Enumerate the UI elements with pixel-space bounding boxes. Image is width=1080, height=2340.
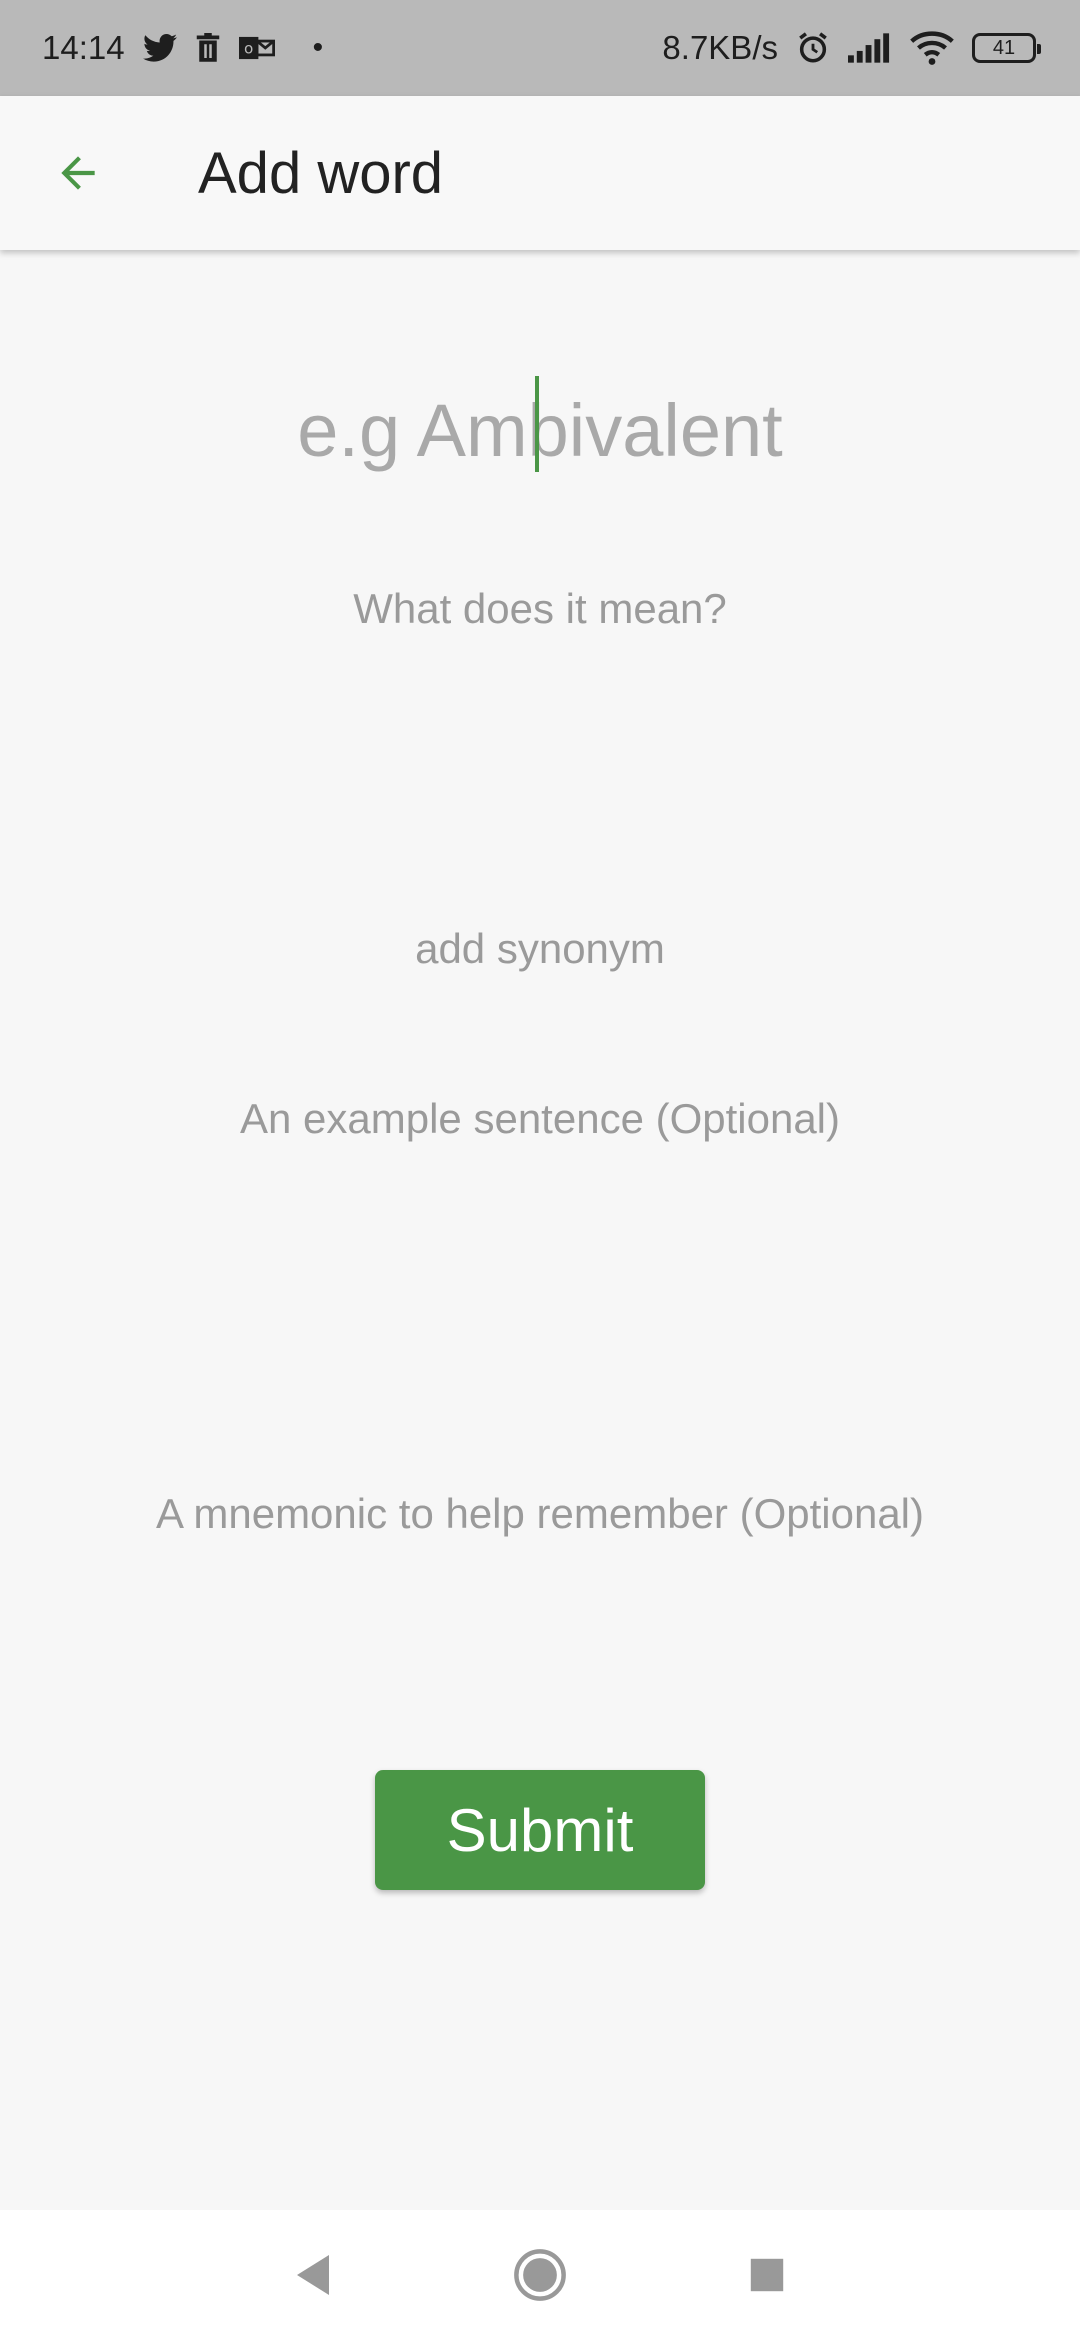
status-time: 14:14 xyxy=(42,29,125,66)
recents-square-icon xyxy=(750,2258,783,2292)
status-bar: 14:14 o • 8.7KB/s 41 xyxy=(0,0,1080,96)
signal-icon xyxy=(848,33,892,63)
back-triangle-icon xyxy=(297,2255,330,2295)
nav-home-button[interactable] xyxy=(500,2235,580,2315)
word-placeholder: e.g Ambivalent xyxy=(297,388,783,472)
battery-icon: 41 xyxy=(972,33,1041,63)
example-placeholder: An example sentence (Optional) xyxy=(240,1095,840,1142)
word-input[interactable]: e.g Ambivalent xyxy=(60,380,1020,480)
mnemonic-input[interactable]: A mnemonic to help remember (Optional) xyxy=(60,1490,1020,1538)
app-bar: Add word xyxy=(0,96,1080,250)
meaning-placeholder: What does it mean? xyxy=(353,585,727,632)
back-button[interactable] xyxy=(28,123,128,223)
text-caret xyxy=(535,376,539,472)
arrow-back-icon xyxy=(61,156,95,190)
status-left: 14:14 o • xyxy=(42,29,323,67)
synonym-placeholder: add synonym xyxy=(415,925,665,972)
status-dot: • xyxy=(312,31,324,64)
submit-button[interactable]: Submit xyxy=(375,1770,705,1890)
example-input[interactable]: An example sentence (Optional) xyxy=(60,1095,1020,1143)
status-right: 8.7KB/s 41 xyxy=(662,29,1041,67)
alarm-icon xyxy=(796,31,830,65)
synonym-input[interactable]: add synonym xyxy=(60,925,1020,973)
svg-text:o: o xyxy=(244,40,253,58)
battery-level: 41 xyxy=(992,36,1016,59)
outlook-icon: o xyxy=(238,34,275,62)
trash-icon xyxy=(195,33,221,63)
wifi-icon xyxy=(910,31,954,65)
home-circle-icon xyxy=(514,2249,566,2301)
twitter-icon xyxy=(142,33,177,63)
nav-recents-button[interactable] xyxy=(727,2235,807,2315)
mnemonic-placeholder: A mnemonic to help remember (Optional) xyxy=(156,1490,924,1537)
meaning-input[interactable]: What does it mean? xyxy=(60,585,1020,633)
nav-back-button[interactable] xyxy=(273,2235,353,2315)
system-nav-bar xyxy=(0,2210,1080,2340)
page-title: Add word xyxy=(198,140,444,206)
net-speed: 8.7KB/s xyxy=(662,29,778,66)
